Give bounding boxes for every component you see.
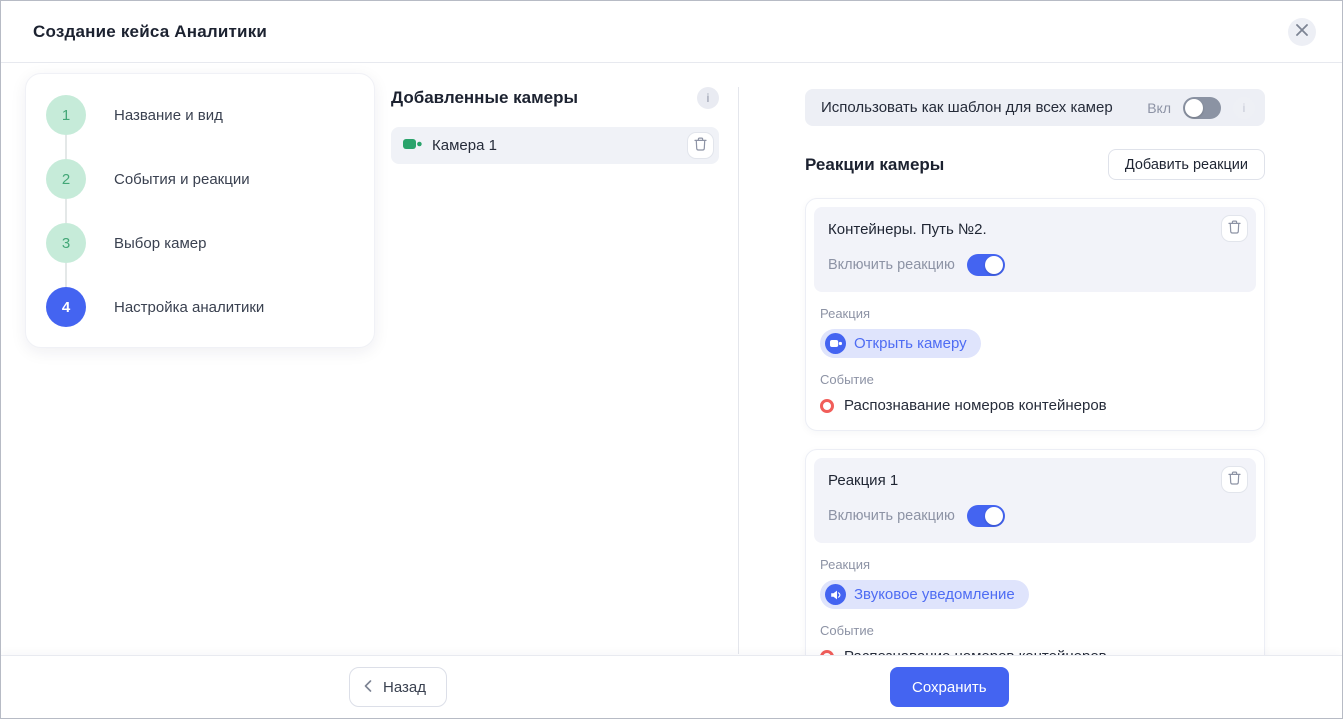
event-section-label: Событие xyxy=(820,623,874,638)
reaction-card-header: Реакция 1 Включить реакцию xyxy=(814,458,1256,543)
enable-reaction-label: Включить реакцию xyxy=(828,257,955,273)
step-number-badge: 1 xyxy=(46,95,86,135)
record-ring-icon xyxy=(820,398,834,413)
trash-icon xyxy=(694,137,707,154)
event-name: Распознавание номеров контейнеров xyxy=(844,397,1107,414)
close-button[interactable] xyxy=(1288,17,1316,46)
reaction-card-title: Реакция 1 xyxy=(828,472,899,489)
step-label: Выбор камер xyxy=(114,234,207,252)
camera-name: Камера 1 xyxy=(432,137,497,154)
step-connector xyxy=(65,135,67,159)
toggle-knob xyxy=(984,256,1003,274)
reaction-card-title: Контейнеры. Путь №2. xyxy=(828,221,987,238)
reaction-card: Реакция 1 Включить реакцию Реакция Звуко… xyxy=(805,449,1265,682)
added-cameras-header: Добавленные камеры i xyxy=(391,87,719,109)
delete-camera-button[interactable] xyxy=(687,132,714,159)
stepper-step-1[interactable]: 1 Название и вид xyxy=(46,95,354,135)
stepper-step-3[interactable]: 3 Выбор камер xyxy=(46,223,354,263)
back-button[interactable]: Назад xyxy=(349,667,447,707)
reactions-title: Реакции камеры xyxy=(805,154,945,174)
step-connector xyxy=(65,199,67,223)
reaction-chip-label: Открыть камеру xyxy=(854,335,967,352)
back-button-label: Назад xyxy=(383,678,426,696)
info-icon[interactable]: i xyxy=(1233,96,1255,119)
add-reactions-button[interactable]: Добавить реакции xyxy=(1107,149,1265,180)
reaction-card-header: Контейнеры. Путь №2. Включить реакцию xyxy=(814,207,1256,292)
delete-reaction-button[interactable] xyxy=(1221,215,1248,242)
stepper-step-2[interactable]: 2 События и реакции xyxy=(46,159,354,199)
trash-icon xyxy=(1228,220,1241,237)
close-icon xyxy=(1296,24,1308,39)
event-section-label: Событие xyxy=(820,372,874,387)
enable-reaction-label: Включить реакцию xyxy=(828,508,955,524)
reaction-section-label: Реакция xyxy=(820,306,870,321)
page-title: Создание кейса Аналитики xyxy=(33,21,268,41)
step-connector xyxy=(65,263,67,287)
camera-list-item[interactable]: Камера 1 xyxy=(391,127,719,164)
delete-reaction-button[interactable] xyxy=(1221,466,1248,493)
template-toggle[interactable] xyxy=(1183,96,1221,119)
step-label: Название и вид xyxy=(114,106,223,124)
toggle-knob xyxy=(984,507,1003,525)
step-number-badge: 2 xyxy=(46,159,86,199)
trash-icon xyxy=(1228,471,1241,488)
reaction-chip[interactable]: Звуковое уведомление xyxy=(820,580,1029,609)
template-banner-label: Использовать как шаблон для всех камер xyxy=(821,99,1113,116)
reaction-chip-label: Звуковое уведомление xyxy=(854,586,1015,603)
enable-reaction-toggle[interactable] xyxy=(966,254,1005,276)
reaction-card: Контейнеры. Путь №2. Включить реакцию Ре… xyxy=(805,198,1265,431)
added-cameras-title: Добавленные камеры xyxy=(391,88,579,107)
column-divider xyxy=(738,87,739,654)
enable-reaction-row: Включить реакцию xyxy=(828,254,1244,276)
toggle-caption: Вкл xyxy=(1147,99,1171,116)
create-analytics-case-dialog: Создание кейса Аналитики 1 Название и ви… xyxy=(0,0,1343,719)
save-button[interactable]: Сохранить xyxy=(890,667,1009,707)
dialog-header: Создание кейса Аналитики xyxy=(1,1,1342,63)
video-camera-icon xyxy=(403,137,422,155)
event-row: Распознавание номеров контейнеров xyxy=(820,397,1250,414)
step-number-badge: 3 xyxy=(46,223,86,263)
dialog-footer: Назад Сохранить xyxy=(1,655,1342,718)
enable-reaction-row: Включить реакцию xyxy=(828,505,1244,527)
reactions-header: Реакции камеры Добавить реакции xyxy=(805,149,1265,180)
chevron-left-icon xyxy=(364,679,372,696)
step-number-badge: 4 xyxy=(46,287,86,327)
reaction-chip[interactable]: Открыть камеру xyxy=(820,329,981,358)
stepper-card: 1 Название и вид 2 События и реакции 3 В… xyxy=(25,73,375,348)
stepper-step-4-active[interactable]: 4 Настройка аналитики xyxy=(46,287,354,327)
reaction-section-label: Реакция xyxy=(820,557,870,572)
enable-reaction-toggle[interactable] xyxy=(966,505,1005,527)
speaker-icon xyxy=(825,584,846,605)
info-icon[interactable]: i xyxy=(697,87,719,109)
step-label: События и реакции xyxy=(114,170,250,188)
step-label: Настройка аналитики xyxy=(114,298,265,316)
reactions-panel: Использовать как шаблон для всех камер В… xyxy=(805,89,1265,682)
template-banner: Использовать как шаблон для всех камер В… xyxy=(805,89,1265,126)
camera-icon xyxy=(825,333,846,354)
toggle-knob xyxy=(1185,98,1203,117)
added-cameras-panel: Добавленные камеры i Камера 1 xyxy=(391,87,719,164)
